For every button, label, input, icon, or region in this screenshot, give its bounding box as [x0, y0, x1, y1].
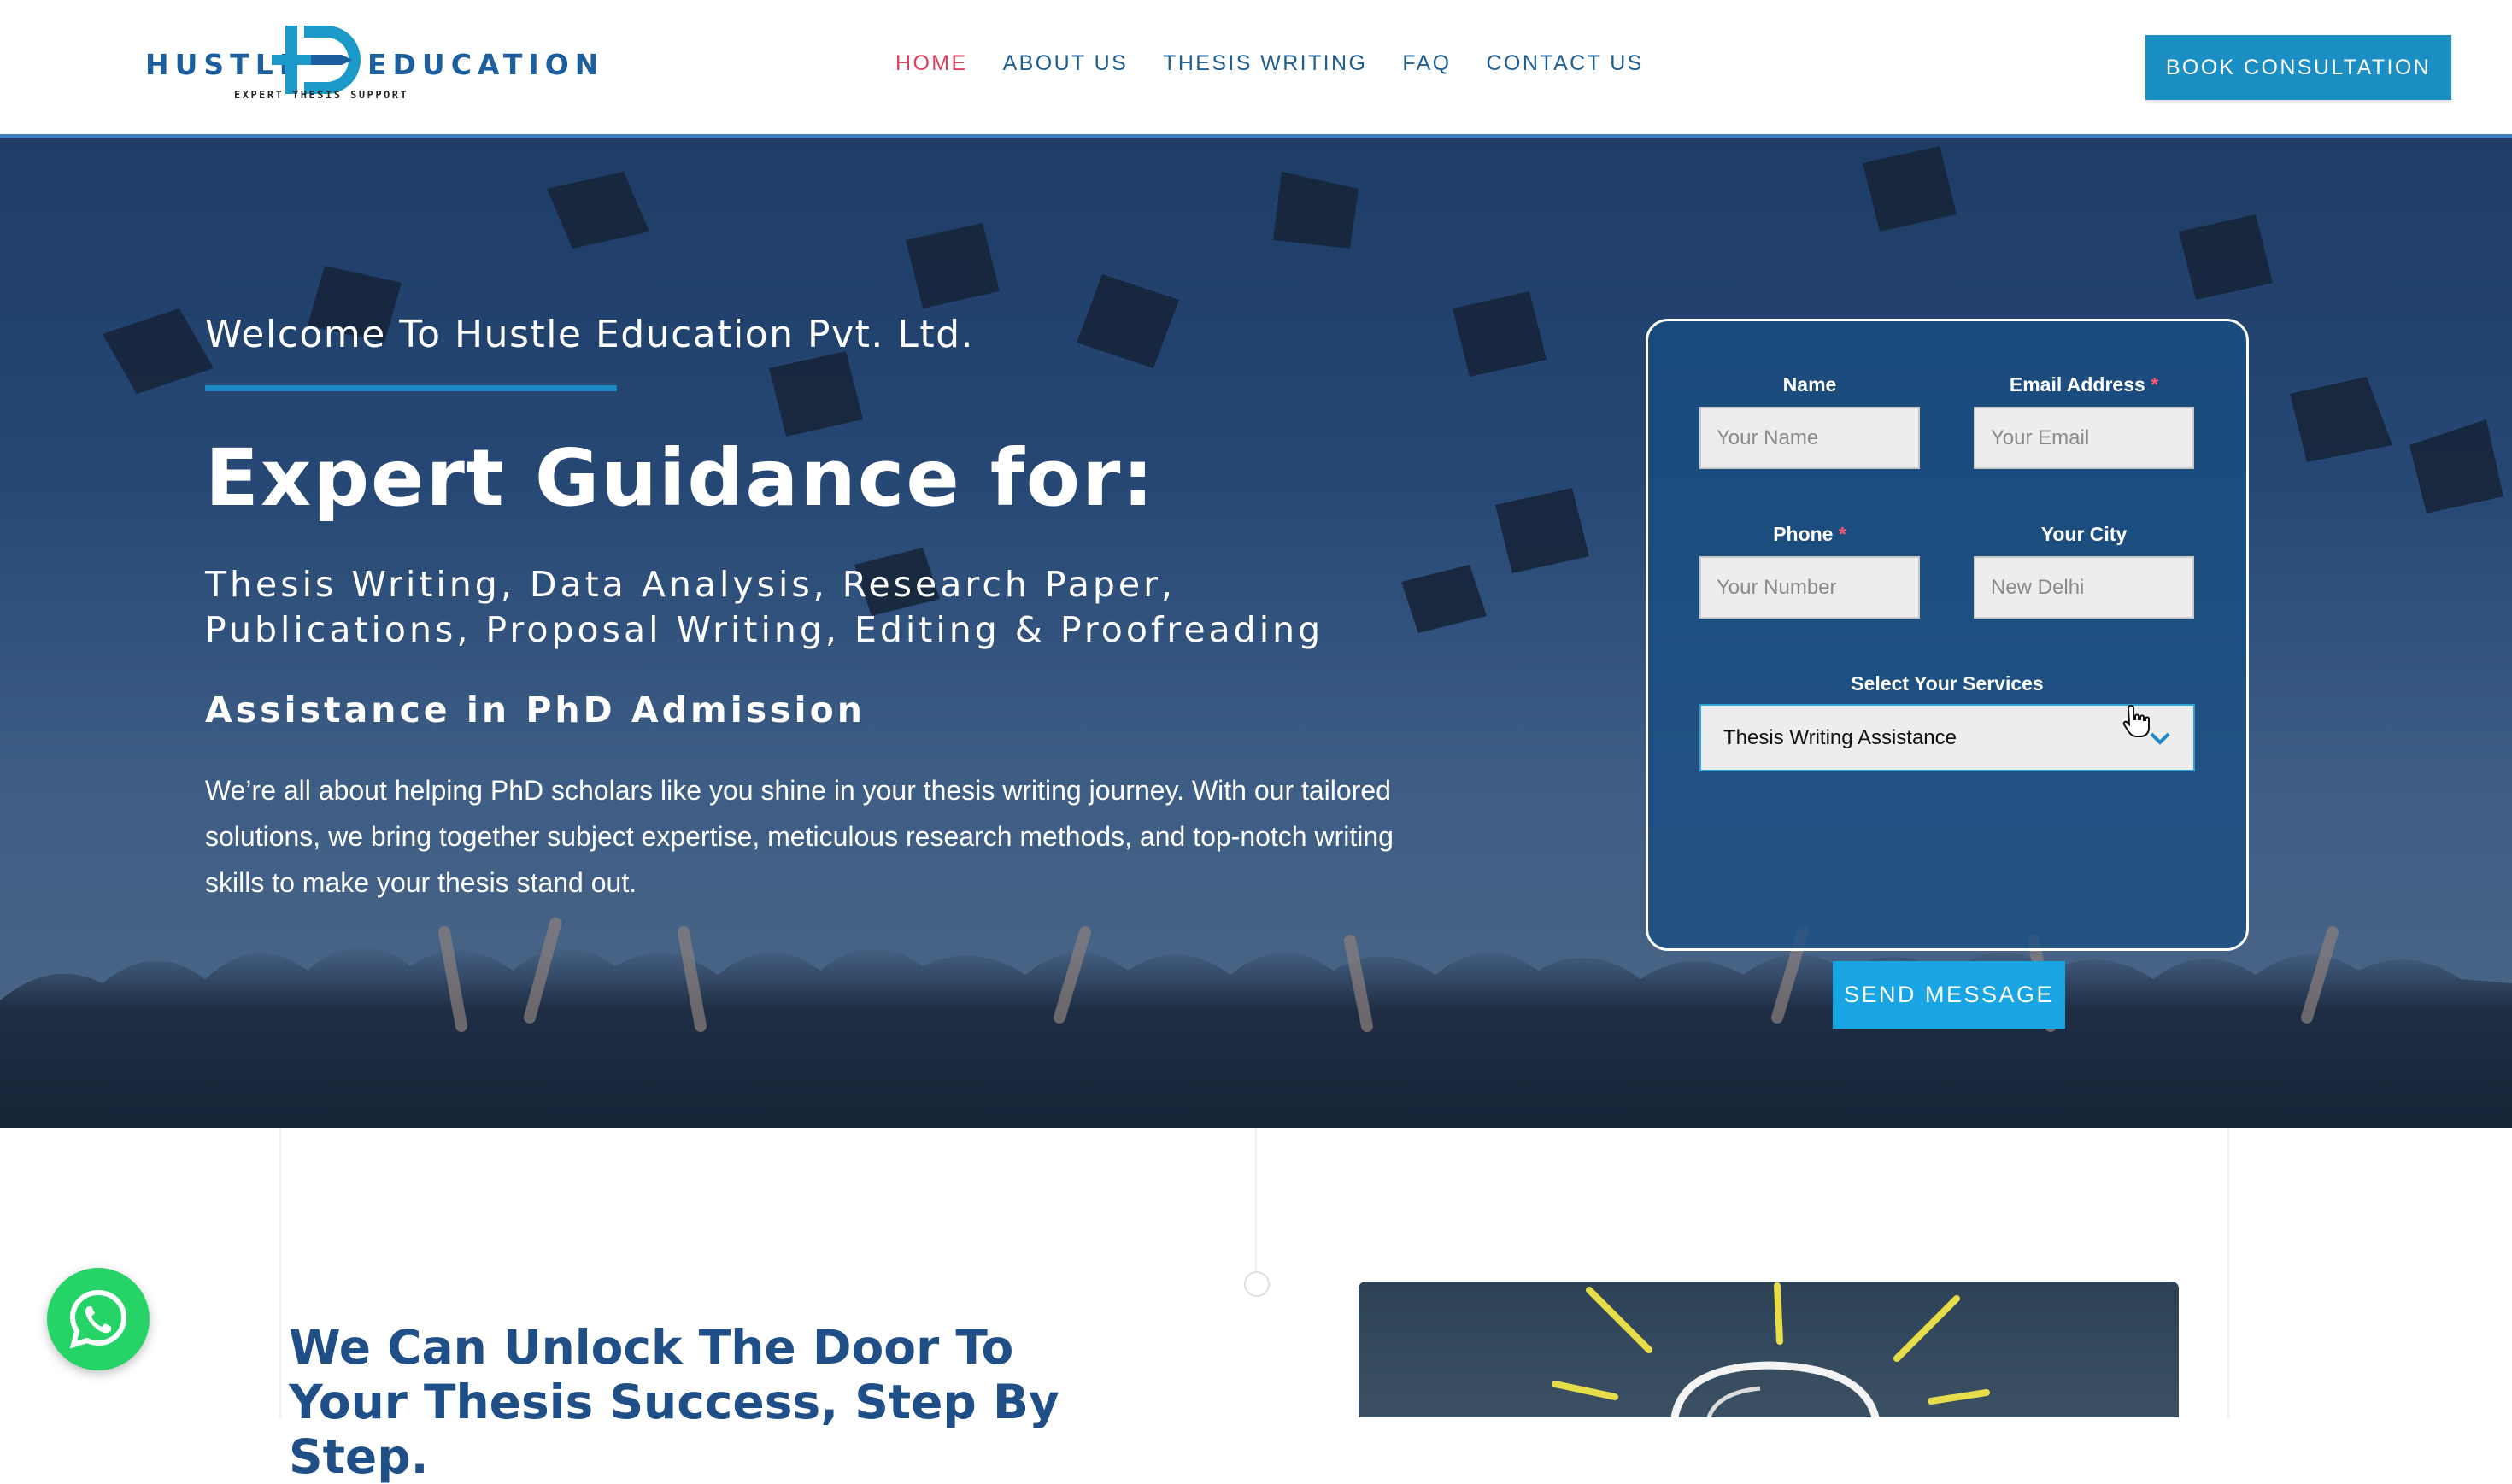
- logo-word-education: EDUCATION: [367, 48, 605, 81]
- whatsapp-chat-button[interactable]: [47, 1268, 150, 1370]
- services-label: Select Your Services: [1851, 672, 2044, 695]
- chevron-down-icon: [2150, 732, 2170, 745]
- nav-about-us[interactable]: ABOUT US: [1003, 51, 1129, 82]
- timeline-node: [1244, 1271, 1270, 1297]
- consultation-form: Name Email Address * Phone * Your City S…: [1646, 319, 2249, 1029]
- name-field[interactable]: [1699, 407, 1920, 469]
- name-label: Name: [1782, 373, 1837, 396]
- phone-field[interactable]: [1699, 556, 1920, 619]
- phd-admission-text: Assistance in PhD Admission: [205, 689, 866, 730]
- hero-headline: Expert Guidance for:: [205, 432, 1156, 524]
- timeline-line: [1255, 1128, 1257, 1271]
- site-header: HUSTLE EDUCATION EXPERT THESIS SUPPORT H…: [0, 0, 2512, 138]
- book-consultation-button[interactable]: BOOK CONSULTATION: [2145, 35, 2451, 100]
- nav-home[interactable]: HOME: [895, 51, 968, 82]
- whatsapp-icon: [69, 1289, 127, 1349]
- main-nav: HOME ABOUT US THESIS WRITING FAQ CONTACT…: [895, 51, 1679, 82]
- nav-contact-us[interactable]: CONTACT US: [1487, 51, 1644, 82]
- hero-services-list: Thesis Writing, Data Analysis, Research …: [205, 564, 1324, 650]
- lightbulb-image: [1359, 1282, 2179, 1417]
- city-label: Your City: [2040, 523, 2128, 545]
- email-label: Email Address *: [2009, 373, 2159, 396]
- send-message-button[interactable]: SEND MESSAGE: [1833, 961, 2065, 1029]
- services-selected-value: Thesis Writing Assistance: [1723, 725, 1957, 749]
- logo-tagline: EXPERT THESIS SUPPORT: [234, 89, 409, 101]
- city-field[interactable]: [1974, 556, 2194, 619]
- section-title: We Can Unlock The Door To Your Thesis Su…: [289, 1320, 1059, 1484]
- hero-section: Welcome To Hustle Education Pvt. Ltd. Ex…: [0, 138, 2512, 1128]
- timeline-border-right: [2227, 1128, 2229, 1417]
- nav-thesis-writing[interactable]: THESIS WRITING: [1163, 51, 1367, 82]
- services-select[interactable]: Thesis Writing Assistance: [1699, 704, 2195, 771]
- email-field[interactable]: [1974, 407, 2194, 469]
- nav-faq[interactable]: FAQ: [1402, 51, 1451, 82]
- hand-cursor-icon: [2122, 704, 2150, 737]
- welcome-text: Welcome To Hustle Education Pvt. Ltd.: [205, 313, 975, 356]
- brand-logo[interactable]: HUSTLE EDUCATION EXPERT THESIS SUPPORT: [145, 24, 598, 109]
- lightbulb-icon: [1552, 1282, 1990, 1417]
- hero-intro-paragraph: We’re all about helping PhD scholars lik…: [205, 775, 1394, 898]
- phone-label: Phone *: [1773, 523, 1846, 545]
- welcome-underline: [205, 385, 617, 391]
- timeline-border-left: [279, 1128, 281, 1417]
